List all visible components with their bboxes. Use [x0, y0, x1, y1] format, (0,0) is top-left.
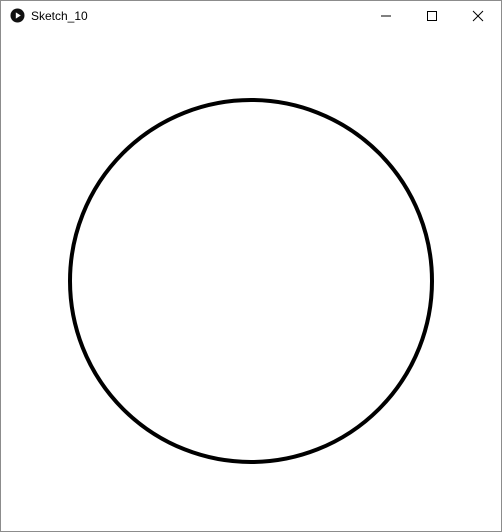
- processing-play-icon: [10, 8, 25, 23]
- sketch-window: Sketch_10: [0, 0, 502, 532]
- sketch-canvas: [1, 31, 501, 531]
- window-title: Sketch_10: [31, 9, 88, 23]
- maximize-icon: [427, 11, 437, 21]
- close-button[interactable]: [455, 1, 501, 31]
- minimize-button[interactable]: [363, 1, 409, 31]
- close-icon: [472, 10, 484, 22]
- minimize-icon: [381, 15, 391, 17]
- maximize-button[interactable]: [409, 1, 455, 31]
- sketch-circle: [68, 98, 434, 464]
- title-bar[interactable]: Sketch_10: [1, 1, 501, 31]
- window-controls: [363, 1, 501, 31]
